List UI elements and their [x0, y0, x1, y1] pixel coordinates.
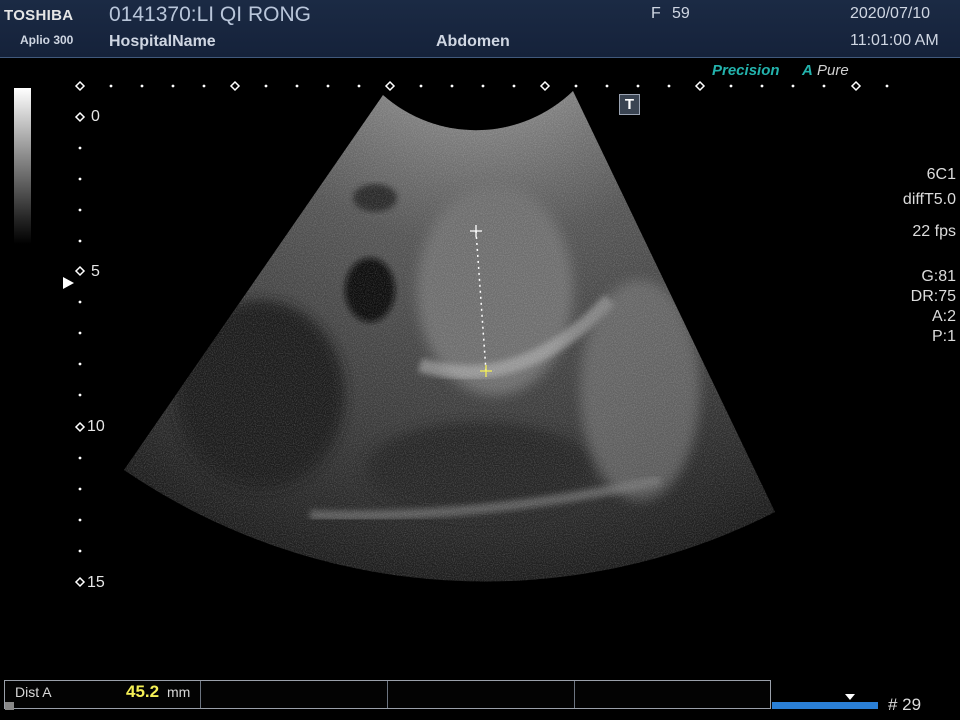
- measurement-cell-empty: [201, 681, 388, 708]
- measurement-panel: Dist A 45.2 mm: [4, 680, 771, 709]
- ultrasound-image: [74, 80, 889, 588]
- measurement-cell-dist[interactable]: Dist A 45.2 mm: [5, 681, 201, 708]
- measurement-value: 45.2: [126, 682, 160, 701]
- measurement-label: Dist A: [15, 684, 52, 700]
- cine-position-icon[interactable]: [845, 694, 855, 700]
- measurement-unit: mm: [167, 684, 191, 700]
- speckle-texture: [124, 91, 775, 582]
- depth-label-5: 5: [91, 263, 100, 280]
- depth-scale: [74, 111, 86, 588]
- probe-name: 6C1: [926, 166, 956, 183]
- depth-label-10: 10: [87, 418, 105, 435]
- dynamic-range: DR:75: [910, 288, 956, 305]
- persistence: P:1: [931, 328, 956, 345]
- status-square: [5, 702, 14, 710]
- measurement-cell-empty: [388, 681, 575, 708]
- acoustic-power: A:2: [931, 308, 956, 325]
- focus-marker-icon[interactable]: [63, 277, 74, 289]
- gain-value: G:81: [921, 268, 956, 285]
- t-marker-icon[interactable]: T: [619, 94, 640, 115]
- frame-number: # 29: [888, 695, 922, 714]
- lateral-scale: [74, 80, 889, 92]
- imaging-mode: diffT5.0: [902, 191, 956, 208]
- frame-rate: 22 fps: [912, 223, 956, 240]
- cine-progress-bar[interactable]: [772, 702, 878, 709]
- depth-label-0: 0: [91, 108, 100, 125]
- measurement-cell-empty: [575, 681, 770, 708]
- depth-label-15: 15: [87, 574, 105, 591]
